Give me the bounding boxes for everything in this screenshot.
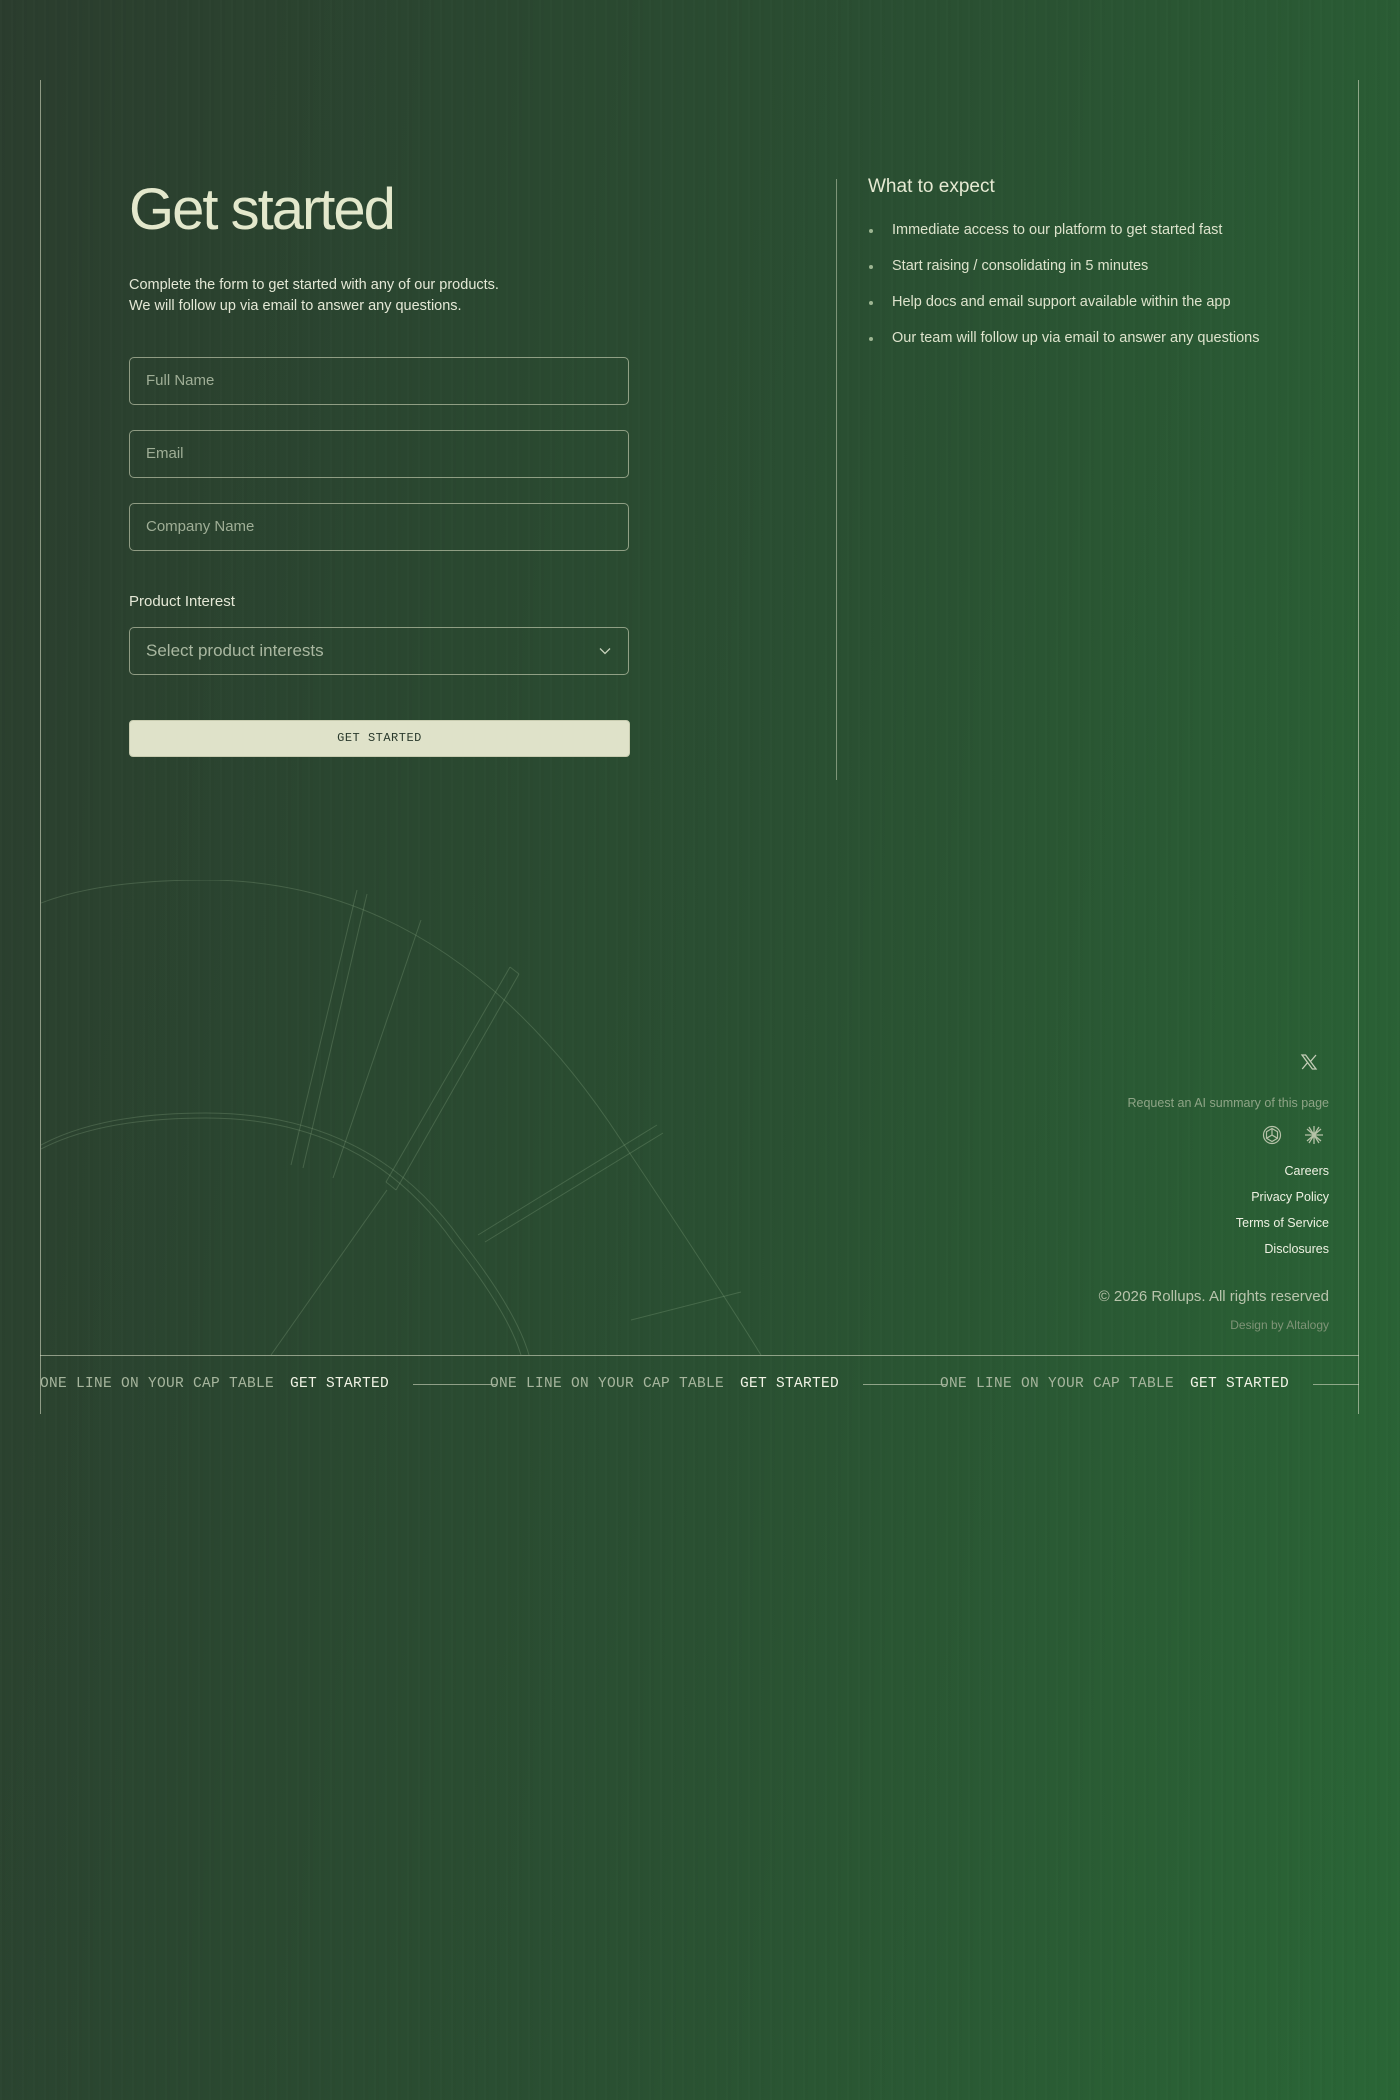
footer-links: Careers Privacy Policy Terms of Service … [969, 1158, 1329, 1262]
copyright: © 2026 Rollups. All rights reserved [1098, 1288, 1329, 1305]
list-item: Our team will follow up via email to ans… [868, 329, 1328, 348]
footer: Request an AI summary of this page Caree… [969, 1052, 1329, 1332]
careers-link[interactable]: Careers [969, 1158, 1329, 1184]
ticker-get-started-link[interactable]: GET STARTED [290, 1376, 389, 1392]
ticker-label: ONE LINE ON YOUR CAP TABLE [40, 1376, 275, 1392]
column-divider [836, 179, 837, 780]
ticker-divider [413, 1383, 498, 1385]
list-item-text: Immediate access to our platform to get … [892, 222, 1223, 238]
bullet-icon [869, 337, 873, 341]
email-input[interactable] [129, 429, 629, 478]
form-subtitle-line-1: Complete the form to get started with an… [129, 276, 499, 293]
chatgpt-icon[interactable] [1261, 1124, 1283, 1146]
disclosures-link[interactable]: Disclosures [969, 1236, 1329, 1262]
get-started-button[interactable]: GET STARTED [129, 719, 630, 757]
frame-left-line [40, 80, 41, 1414]
ticker-divider [1313, 1383, 1359, 1385]
page-title: Get started [129, 177, 396, 242]
form-subtitle: Complete the form to get started with an… [129, 275, 669, 317]
ai-summary-icons [969, 1124, 1329, 1148]
ticker-get-started-link[interactable]: GET STARTED [740, 1376, 839, 1392]
expect-list: Immediate access to our platform to get … [868, 221, 1328, 348]
full-name-input[interactable] [129, 356, 629, 405]
product-interest-select[interactable]: Select product interests [129, 626, 629, 675]
design-credit[interactable]: Design by Altalogy [969, 1318, 1329, 1332]
what-to-expect: What to expect Immediate access to our p… [868, 176, 1328, 365]
terms-of-service-link[interactable]: Terms of Service [969, 1210, 1329, 1236]
ticker-banner: ONE LINE ON YOUR CAP TABLE GET STARTED O… [40, 1355, 1359, 1415]
product-interest-label: Product Interest [129, 592, 235, 610]
ticker-label: ONE LINE ON YOUR CAP TABLE [490, 1376, 725, 1392]
list-item: Help docs and email support available wi… [868, 293, 1328, 312]
ticker-segment: ONE LINE ON YOUR CAP TABLE GET STARTED [40, 1376, 498, 1392]
product-interest-value: Select product interests [146, 640, 324, 660]
company-name-input[interactable] [129, 502, 629, 551]
list-item: Start raising / consolidating in 5 minut… [868, 257, 1328, 276]
list-item-text: Our team will follow up via email to ans… [892, 330, 1260, 346]
ai-summary-label: Request an AI summary of this page [1127, 1096, 1330, 1110]
ticker-get-started-link[interactable]: GET STARTED [1190, 1376, 1289, 1392]
claude-icon[interactable] [1303, 1124, 1325, 1146]
ticker-divider [863, 1383, 948, 1385]
privacy-policy-link[interactable]: Privacy Policy [969, 1184, 1329, 1210]
ticker-segment: ONE LINE ON YOUR CAP TABLE GET STARTED [940, 1376, 1359, 1392]
expect-title: What to expect [868, 176, 995, 197]
ticker-label: ONE LINE ON YOUR CAP TABLE [940, 1376, 1175, 1392]
ticker-segment: ONE LINE ON YOUR CAP TABLE GET STARTED [490, 1376, 948, 1392]
x-icon[interactable] [1299, 1052, 1319, 1072]
list-item: Immediate access to our platform to get … [868, 221, 1328, 240]
frame-right-line [1358, 80, 1359, 1414]
bullet-icon [869, 265, 873, 269]
signup-form: Get started Complete the form to get sta… [129, 178, 669, 757]
list-item-text: Start raising / consolidating in 5 minut… [892, 258, 1149, 274]
page-frame: Get started Complete the form to get sta… [40, 80, 1359, 1414]
list-item-text: Help docs and email support available wi… [892, 294, 1231, 310]
form-subtitle-line-2: We will follow up via email to answer an… [129, 297, 462, 314]
bullet-icon [869, 229, 873, 233]
bullet-icon [869, 301, 873, 305]
chevron-down-icon [599, 647, 611, 655]
